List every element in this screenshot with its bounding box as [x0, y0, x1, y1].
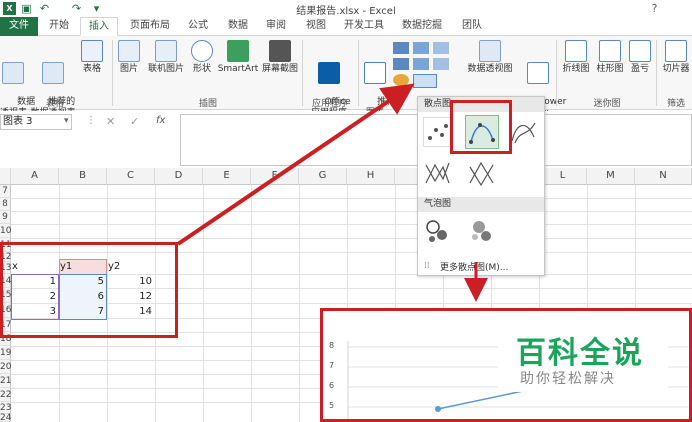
- annotation-arrows: [176, 83, 488, 302]
- arrow-to-ribbon: [176, 83, 415, 246]
